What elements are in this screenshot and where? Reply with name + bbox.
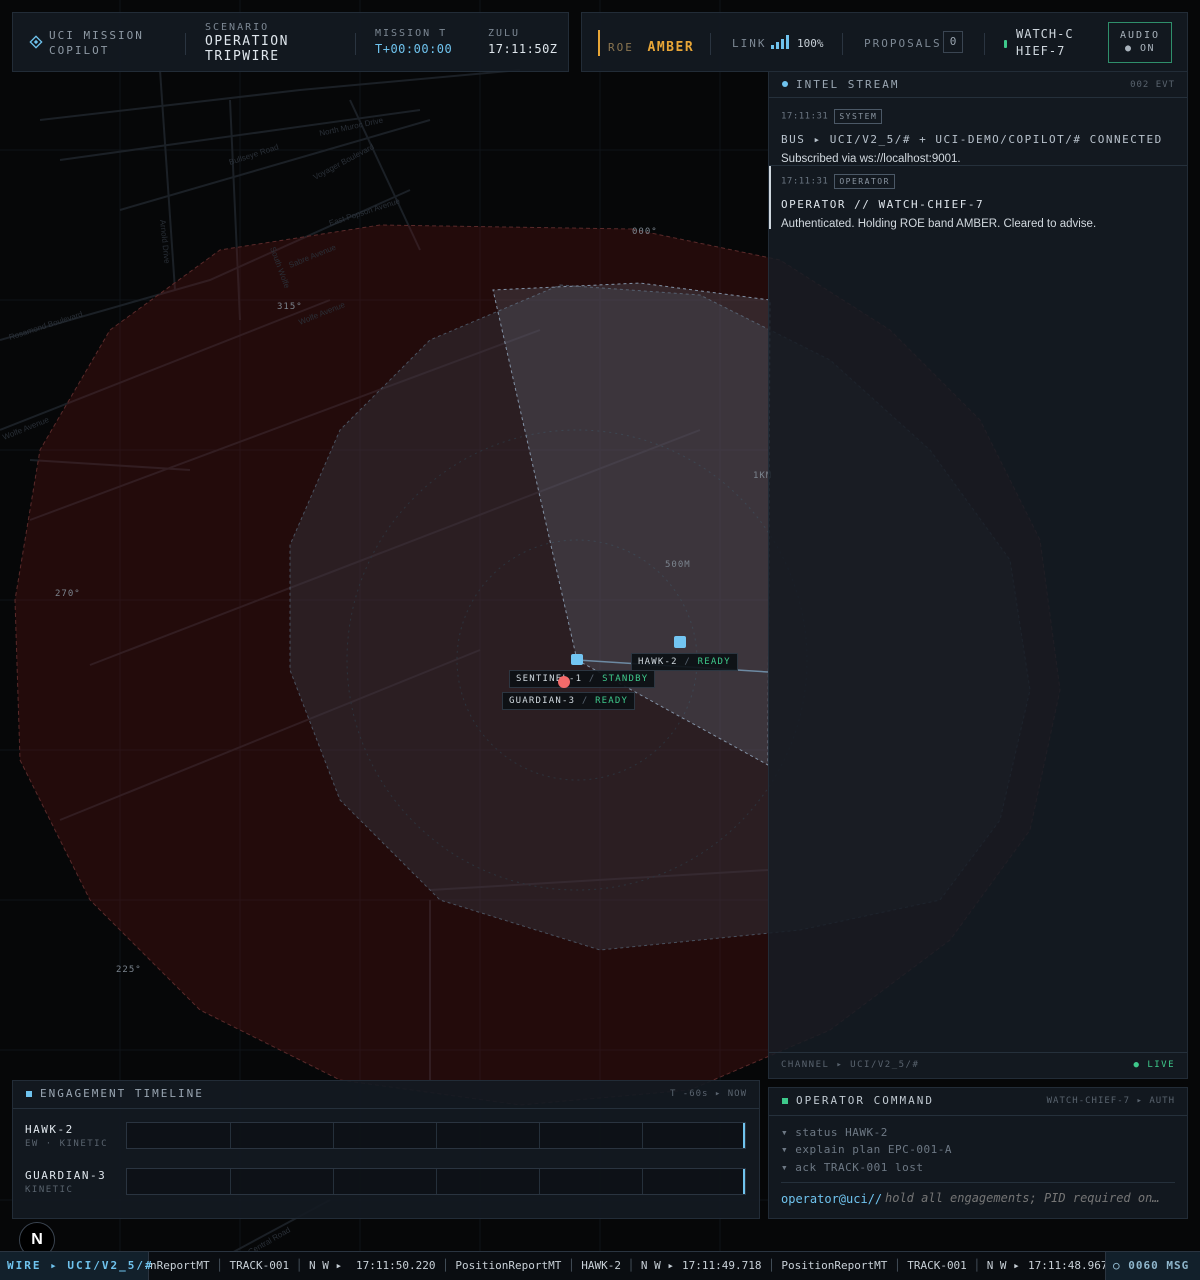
- unit-name: HAWK-2: [638, 657, 678, 667]
- zulu-clock: 17:11:50Z: [488, 42, 558, 56]
- roe-label: ROE: [608, 41, 634, 54]
- history-item[interactable]: ▾ ack TRACK-001 lost: [781, 1161, 923, 1174]
- audio-label: AUDIO: [1119, 30, 1161, 41]
- timeline-row-sub: KINETIC: [25, 1185, 74, 1195]
- intel-event-count: 002 EVT: [1130, 80, 1175, 90]
- operator-command-panel: OPERATOR COMMAND WATCH-CHIEF-7 ▸ AUTH ▾ …: [768, 1087, 1188, 1219]
- ticker-item: nReportMT │ TRACK-001 │ N W ▸: [150, 1259, 343, 1272]
- entry-body: Subscribed via ws://localhost:9001.: [781, 153, 961, 165]
- now-cursor: [743, 1169, 745, 1194]
- scenario-name: OPERATION TRIPWIRE: [205, 34, 289, 64]
- timeline-title: ENGAGEMENT TIMELINE: [40, 1087, 204, 1100]
- link-label: LINK: [732, 37, 767, 50]
- entry-tag: SYSTEM: [834, 109, 883, 124]
- entry-headline: OPERATOR // WATCH-CHIEF-7: [781, 198, 985, 211]
- intel-status-dot: [782, 81, 788, 87]
- unit-sep: /: [588, 674, 596, 684]
- operator-status-dot: [1004, 40, 1007, 48]
- proposals-count-badge[interactable]: 0: [943, 31, 963, 53]
- intel-stream-panel: INTEL STREAM 002 EVT 17:11:31 SYSTEM BUS …: [768, 72, 1188, 1079]
- timeline-row-name: HAWK-2: [25, 1123, 74, 1136]
- range-label: 500M: [665, 560, 691, 570]
- unit-name: SENTINEL-1: [516, 674, 583, 684]
- bearing-label: 270°: [55, 589, 81, 599]
- roe-value: AMBER: [647, 40, 695, 55]
- timeline-track-guardian-3[interactable]: [126, 1168, 746, 1195]
- mission-t-label: MISSION T: [375, 28, 448, 39]
- command-auth: WATCH-CHIEF-7 ▸ AUTH: [1046, 1096, 1175, 1106]
- operator-callsign: WATCH-CHIEF-7: [1016, 27, 1074, 58]
- entry-tag: OPERATOR: [834, 174, 895, 189]
- diamond-logo-icon: [29, 35, 43, 49]
- command-prompt: operator@uci//: [781, 1192, 883, 1206]
- timeline-row-sub: EW · KINETIC: [25, 1139, 109, 1149]
- ticker-item: 17:11:49.718 │ PositionReportMT │ TRACK-…: [682, 1259, 1020, 1272]
- command-icon: [782, 1098, 788, 1104]
- bearing-label: 000°: [632, 227, 658, 237]
- timeline-range: T -60s ▸ NOW: [669, 1089, 747, 1099]
- unit-sep: /: [581, 696, 589, 706]
- unit-status: READY: [595, 696, 629, 706]
- bearing-label: 225°: [116, 965, 142, 975]
- timeline-icon: [26, 1091, 32, 1097]
- command-title: OPERATOR COMMAND: [796, 1094, 934, 1107]
- proposals-label: PROPOSALS: [864, 37, 942, 50]
- unit-label-sentinel-1[interactable]: SENTINEL-1 / STANDBY: [509, 670, 656, 688]
- history-item[interactable]: ▾ status HAWK-2: [781, 1126, 888, 1139]
- intel-title: INTEL STREAM: [796, 78, 900, 91]
- link-percent: 100%: [797, 37, 824, 50]
- engagement-timeline-panel: ENGAGEMENT TIMELINE T -60s ▸ NOW HAWK-2 …: [12, 1080, 760, 1219]
- command-input[interactable]: [885, 1188, 1167, 1208]
- wire-ticker: WIRE ▸ UCI/V2_5/# nReportMT │ TRACK-001 …: [0, 1251, 1200, 1280]
- audio-toggle[interactable]: AUDIO ● ON: [1108, 22, 1172, 63]
- entry-headline: BUS ▸ UCI/V2_5/# + UCI-DEMO/COPILOT/# CO…: [781, 133, 1163, 146]
- roe-badge[interactable]: ROE AMBER: [608, 36, 694, 55]
- timeline-row-name: GUARDIAN-3: [25, 1169, 107, 1182]
- intel-entry[interactable]: 17:11:31 SYSTEM BUS ▸ UCI/V2_5/# + UCI-DE…: [769, 106, 1187, 165]
- intel-entry[interactable]: 17:11:31 OPERATOR OPERATOR // WATCH-CHIEF…: [769, 171, 1187, 230]
- hostile-track-marker[interactable]: [558, 676, 570, 688]
- ticker-item: 17:11:50.220 │ PositionReportMT │ HAWK-2…: [356, 1259, 674, 1272]
- now-cursor: [743, 1123, 745, 1148]
- scenario-label: SCENARIO: [205, 22, 270, 33]
- mission-header: UCI MISSION COPILOT SCENARIO OPERATION T…: [12, 12, 569, 72]
- unit-label-guardian-3[interactable]: GUARDIAN-3 / READY: [502, 692, 636, 710]
- entry-time: 17:11:31: [781, 111, 829, 122]
- history-item[interactable]: ▾ explain plan EPC-001-A: [781, 1143, 952, 1156]
- unit-sep: /: [684, 657, 691, 667]
- live-indicator: ● LIVE: [1133, 1060, 1175, 1070]
- audio-state: ● ON: [1124, 43, 1156, 54]
- unit-label-hawk-2[interactable]: HAWK-2 / READY: [631, 653, 738, 671]
- channel-label: CHANNEL ▸ UCI/V2_5/#: [781, 1060, 920, 1070]
- roe-indicator-bar: [598, 30, 600, 56]
- unit-marker-sentinel-1[interactable]: [571, 654, 583, 665]
- status-bar: ROE AMBER LINK 100% PROPOSALS 0 WATCH-CH…: [581, 12, 1188, 72]
- entry-time: 17:11:31: [781, 176, 829, 187]
- unit-status: READY: [697, 657, 731, 667]
- unit-marker-hawk-2[interactable]: [674, 636, 686, 648]
- unit-status: STANDBY: [602, 674, 649, 684]
- ticker-item: 17:11:48.967: [1028, 1259, 1108, 1272]
- msg-count: ○ 0060 MSG: [1113, 1259, 1190, 1272]
- bearing-label: 315°: [277, 302, 303, 312]
- app-name: UCI MISSION COPILOT: [49, 29, 144, 57]
- entry-body: Authenticated. Holding ROE band AMBER. C…: [781, 218, 1097, 230]
- mission-t-value: T+00:00:00: [375, 42, 453, 56]
- signal-strength-icon: [771, 35, 789, 49]
- unit-name: GUARDIAN-3: [509, 696, 576, 706]
- timeline-track-hawk-2[interactable]: [126, 1122, 746, 1149]
- wire-label: WIRE ▸ UCI/V2_5/#: [7, 1259, 154, 1272]
- zulu-label: ZULU: [488, 28, 521, 39]
